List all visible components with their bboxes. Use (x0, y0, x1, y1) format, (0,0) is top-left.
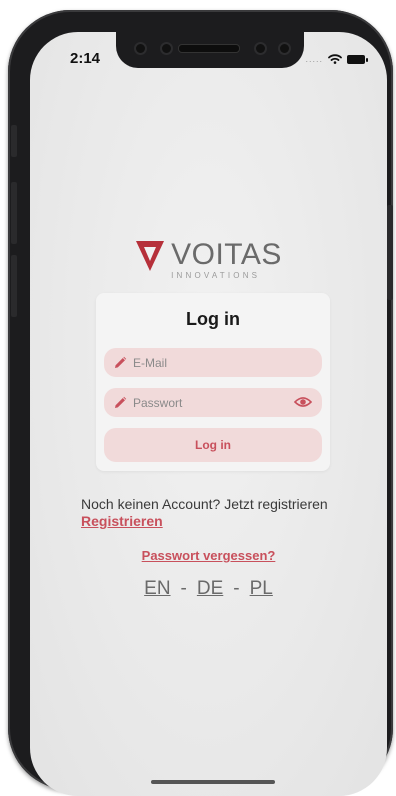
language-de[interactable]: DE (197, 578, 223, 600)
password-input[interactable] (133, 395, 273, 410)
speaker-grille (178, 44, 240, 53)
email-input[interactable] (133, 355, 273, 370)
logo-mark-icon (136, 241, 165, 271)
status-icons: ..... (305, 54, 368, 64)
brand-logo: VOITAS INNOVATIONS (30, 240, 387, 280)
mute-switch (11, 125, 17, 157)
battery-icon (347, 54, 368, 64)
status-time: 2:14 (70, 50, 101, 67)
pencil-icon (115, 356, 127, 368)
login-card: Log in Log in (96, 293, 330, 471)
login-title: Log in (186, 309, 240, 329)
sensor-icon (278, 42, 291, 55)
signal-dots: ..... (305, 54, 323, 64)
logo-name: VOITAS (171, 238, 282, 271)
pencil-icon (115, 396, 127, 408)
email-field[interactable] (104, 348, 322, 377)
power-button (387, 205, 393, 300)
wifi-icon (328, 54, 342, 64)
login-button[interactable]: Log in (104, 428, 322, 462)
eye-icon[interactable] (294, 395, 312, 409)
language-en[interactable]: EN (144, 578, 170, 600)
screen: 2:14 ..... VOITAS INNOVATIONS Log in E-M… (30, 32, 387, 796)
logo-text: VOITAS INNOVATIONS (171, 238, 282, 281)
volume-up-button (11, 182, 17, 244)
camera-icon (160, 42, 173, 55)
register-link[interactable]: Registrieren (81, 513, 163, 529)
language-separator: - (233, 578, 240, 599)
language-separator: - (180, 578, 187, 599)
password-field[interactable] (104, 388, 322, 417)
language-pl[interactable]: PL (250, 578, 273, 600)
sensor-icon (134, 42, 147, 55)
notch (116, 32, 304, 68)
no-account-text: Noch keinen Account? Jetzt registrieren (81, 496, 328, 512)
forgot-password-link[interactable]: Passwort vergessen? (30, 548, 387, 563)
phone-frame: 2:14 ..... VOITAS INNOVATIONS Log in E-M… (8, 10, 393, 796)
home-indicator[interactable] (151, 780, 275, 784)
sensor-icon (254, 42, 267, 55)
logo-subtitle: INNOVATIONS (171, 271, 261, 280)
language-switcher: EN - DE - PL (30, 578, 387, 600)
volume-down-button (11, 255, 17, 317)
